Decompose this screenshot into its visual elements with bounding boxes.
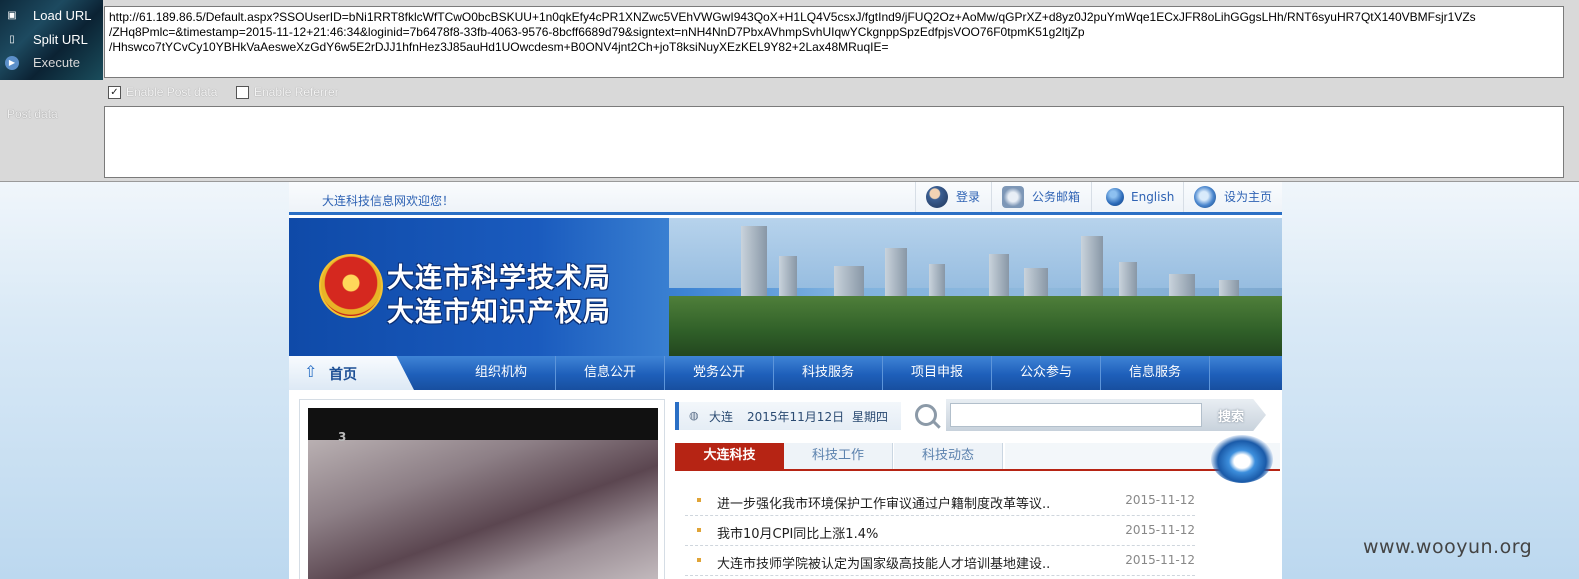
mail-icon [1002,186,1024,208]
date-bar: ◍ 大连 2015年11月12日 星期四 [675,402,901,430]
checkbox-checked-icon[interactable]: ✓ [108,86,121,99]
nav-home-label: 首页 [329,367,357,383]
search-button[interactable]: 搜索 [1206,403,1256,427]
user-icon [926,186,948,208]
bullet-icon [697,558,701,562]
login-link[interactable]: 登录 [915,182,991,212]
nav-item-public-participation[interactable]: 公众参与 [992,356,1101,390]
nav-item-project-apply[interactable]: 项目申报 [883,356,992,390]
weather-icon: ◍ [689,409,699,422]
set-homepage-label: 设为主页 [1224,190,1273,204]
load-url-label: Load URL [33,8,92,23]
load-url-button[interactable]: ▣ Load URL [0,5,103,27]
post-data-label: Post data [7,107,58,121]
video-frame: 3 [299,399,665,579]
news-date: 2015-11-12 [1125,493,1195,507]
weekday-text: 星期四 [852,410,889,424]
news-tabs: 大连科技 科技工作 科技动态 [675,443,1280,471]
split-url-label: Split URL [33,32,88,47]
home-icon: ⇧ [304,362,318,381]
header-banner: 大连市科学技术局 大连市知识产权局 [289,218,1282,356]
execute-label: Execute [33,55,80,70]
globe-icon [1106,188,1124,206]
login-label: 登录 [956,190,981,204]
checkbox-unchecked-icon[interactable] [236,86,249,99]
execute-button[interactable]: ▶ Execute [0,52,103,74]
english-link[interactable]: English [1091,182,1183,212]
list-item[interactable]: 我市10月CPI同比上涨1.4% 2015-11-12 [685,516,1195,546]
tab-dalian-tech[interactable]: 大连科技 [675,443,784,469]
news-computer-icon [1211,435,1273,483]
list-item[interactable]: 进一步强化我市环境保护工作审议通过户籍制度改革等议.. 2015-11-12 [685,486,1195,516]
homepage-icon [1194,186,1216,208]
news-date: 2015-11-12 [1125,523,1195,537]
hackbar-sidebar: ▣ Load URL ▯ Split URL ▶ Execute [0,0,103,80]
nav-item-party-affairs[interactable]: 党务公开 [665,356,774,390]
split-url-icon: ▯ [9,34,15,45]
date-text: 2015年11月12日 [747,410,845,424]
bullet-icon [697,528,701,532]
nav-item-info-disclosure[interactable]: 信息公开 [556,356,665,390]
national-emblem-icon [319,254,383,318]
nav-home[interactable]: ⇧ 首页 [289,356,414,390]
welcome-text: 大连科技信息网欢迎您！ [322,194,455,208]
search-box: 搜索 [946,399,1266,431]
main-nav: ⇧ 首页 组织机构 信息公开 党务公开 科技服务 项目申报 公众参与 信息服务 [289,356,1282,390]
enable-referrer-label: Enable Referrer [254,85,339,99]
enable-post-label: Enable Post data [126,85,218,99]
top-strip: 大连科技信息网欢迎您！ 登录 公务邮箱 English 设为主页 [289,182,1282,215]
watermark-text: www.wooyun.org [1363,536,1533,558]
load-url-icon: ▣ [7,10,17,21]
search-icon [915,404,937,426]
news-title[interactable]: 我市10月CPI同比上涨1.4% [717,523,878,542]
tab-tech-work[interactable]: 科技工作 [784,443,893,469]
english-label: English [1131,190,1175,204]
bullet-icon [697,498,701,502]
video-thumbnail [308,440,658,579]
set-homepage-link[interactable]: 设为主页 [1183,182,1282,212]
play-icon: ▶ [5,56,19,70]
mail-label: 公务邮箱 [1032,190,1081,204]
video-channel-logo: 3 [338,430,347,444]
video-player[interactable]: 3 [308,408,658,579]
news-title[interactable]: 大连市技师学院被认定为国家级高技能人才培训基地建设.. [717,553,1050,572]
nav-item-tech-services[interactable]: 科技服务 [774,356,883,390]
post-data-textarea[interactable] [104,106,1564,178]
banner-park [669,296,1282,356]
mail-link[interactable]: 公务邮箱 [991,182,1091,212]
banner-title-line2: 大连市知识产权局 [387,297,611,328]
news-title[interactable]: 进一步强化我市环境保护工作审议通过户籍制度改革等议.. [717,493,1050,512]
nav-item-info-services[interactable]: 信息服务 [1101,356,1210,390]
date-city: 大连 [709,410,734,424]
website: 大连科技信息网欢迎您！ 登录 公务邮箱 English 设为主页 大连市科学技术… [289,182,1282,579]
nav-item-organization[interactable]: 组织机构 [447,356,556,390]
split-url-button[interactable]: ▯ Split URL [0,29,103,51]
list-item[interactable]: 大连市技师学院被认定为国家级高技能人才培训基地建设.. 2015-11-12 [685,546,1195,576]
news-date: 2015-11-12 [1125,553,1195,567]
search-input[interactable] [950,403,1202,427]
tab-tech-news[interactable]: 科技动态 [894,443,1003,469]
url-textarea[interactable]: http://61.189.86.5/Default.aspx?SSOUserI… [104,6,1564,78]
hackbar-panel: ▣ Load URL ▯ Split URL ▶ Execute http://… [0,0,1579,182]
